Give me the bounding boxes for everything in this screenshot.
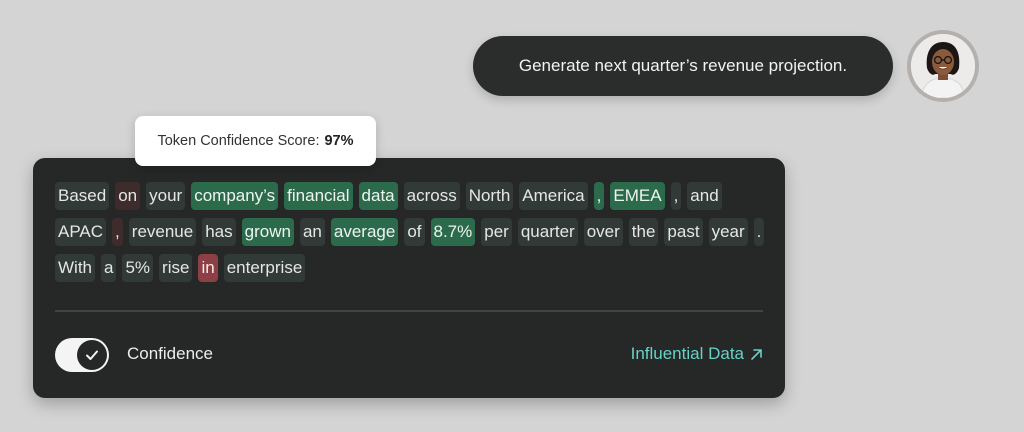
response-token[interactable]: EMEA	[610, 182, 665, 210]
response-token[interactable]: on	[115, 182, 141, 210]
response-token[interactable]: financial	[284, 182, 353, 210]
response-token[interactable]: across	[403, 182, 460, 210]
response-token[interactable]: past	[664, 218, 703, 246]
ai-response-card: Based on your company’s financial data across N…	[33, 158, 785, 398]
user-prompt-text: Generate next quarter’s revenue projecti…	[518, 56, 848, 75]
confidence-label: Confidence	[127, 344, 214, 363]
confidence-toggle[interactable]	[55, 338, 109, 372]
response-token[interactable]: rise	[159, 254, 193, 282]
arrow-up-right-icon	[751, 348, 762, 360]
response-token[interactable]: in	[198, 254, 218, 282]
response-token[interactable]: ,	[112, 218, 123, 246]
user-prompt-bubble: Generate next quarter’s revenue projecti…	[473, 36, 893, 96]
response-token[interactable]: an	[299, 218, 325, 246]
response-token[interactable]: year	[708, 218, 748, 246]
response-token[interactable]: your	[146, 182, 186, 210]
response-token[interactable]: of	[404, 218, 425, 246]
influential-data-label: Influential Data	[630, 344, 744, 363]
response-token[interactable]: America	[519, 182, 588, 210]
user-portrait-icon	[911, 34, 975, 98]
avatar[interactable]	[907, 30, 979, 102]
response-token[interactable]: quarter	[517, 218, 578, 246]
response-token[interactable]: has	[202, 218, 236, 246]
response-token[interactable]: data	[358, 182, 398, 210]
tooltip-score: 97%	[324, 133, 354, 149]
response-token[interactable]: .	[753, 218, 765, 246]
chat-stage: Generate next quarter’s revenue projecti…	[0, 0, 1024, 432]
response-token-list: Based on your company’s financial data across N…	[55, 182, 767, 282]
response-token[interactable]: average	[330, 218, 399, 246]
response-token[interactable]: revenue	[128, 218, 197, 246]
toggle-knob	[77, 340, 107, 370]
response-token[interactable]: Based	[55, 182, 110, 210]
divider	[55, 310, 763, 312]
response-token[interactable]: ,	[670, 182, 682, 210]
response-token[interactable]: enterprise	[223, 254, 306, 282]
response-token[interactable]: With	[55, 254, 95, 282]
response-token[interactable]: 8.7%	[430, 218, 476, 246]
response-token[interactable]: a	[101, 254, 117, 282]
response-token[interactable]: 5%	[122, 254, 154, 282]
response-token[interactable]: over	[583, 218, 623, 246]
response-token[interactable]: per	[481, 218, 512, 246]
response-token[interactable]: the	[628, 218, 659, 246]
check-icon	[86, 350, 98, 360]
response-token[interactable]: grown	[241, 218, 294, 246]
response-token[interactable]: North	[465, 182, 514, 210]
tooltip-label: Token Confidence Score:	[157, 133, 320, 149]
response-token[interactable]: and	[687, 182, 722, 210]
token-confidence-tooltip: Token Confidence Score: 97%	[135, 116, 376, 166]
influential-data-link[interactable]: Influential Data	[631, 344, 763, 364]
response-token[interactable]: APAC	[55, 218, 107, 246]
response-token[interactable]: company’s	[191, 182, 279, 210]
response-token[interactable]: ,	[593, 182, 605, 210]
